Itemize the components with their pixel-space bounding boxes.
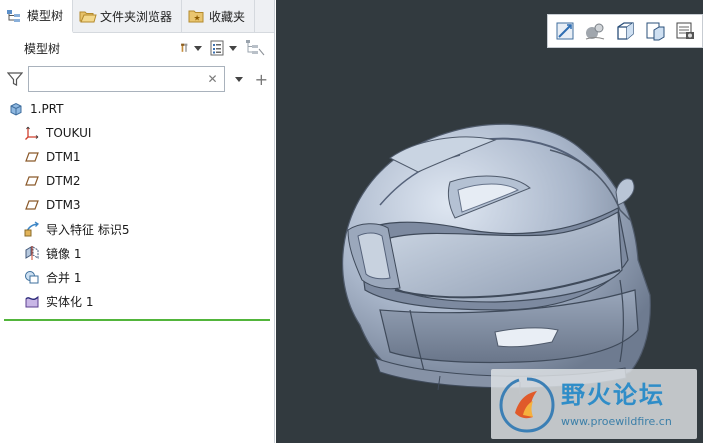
- list-icon: [210, 40, 224, 56]
- forum-logo-icon: [499, 377, 555, 433]
- forum-watermark: 野火论坛 www.proewildfire.cn: [491, 369, 697, 439]
- mirror-icon: [24, 245, 40, 261]
- display-style-button[interactable]: [582, 18, 608, 44]
- tree-node-label: DTM3: [46, 198, 81, 212]
- tree-node-label: 导入特征 标识5: [46, 222, 130, 237]
- filter-icon[interactable]: [6, 70, 24, 88]
- part-icon: [8, 101, 24, 117]
- tree-node-dtm2[interactable]: DTM2: [0, 169, 274, 193]
- tree-node-label: 实体化 1: [46, 294, 94, 309]
- display-settings-icon: [676, 22, 694, 39]
- coordinate-system-icon: [24, 125, 40, 141]
- tree-node-part[interactable]: 1.PRT: [0, 97, 274, 121]
- tree-node-label: DTM2: [46, 174, 81, 188]
- settings-tools-button[interactable]: [180, 38, 202, 58]
- tab-model-tree[interactable]: 模型树: [0, 0, 74, 33]
- tools-icon: [181, 43, 188, 52]
- helmet-model[interactable]: [320, 110, 660, 400]
- view-manager-icon: [646, 22, 665, 41]
- saved-orientations-button[interactable]: [612, 18, 638, 44]
- tree-filter-icon: [246, 40, 265, 56]
- favorites-icon: ★: [188, 9, 204, 23]
- clear-icon[interactable]: ✕: [208, 72, 218, 86]
- tree-node-merge[interactable]: 合并 1: [0, 265, 274, 289]
- chevron-down-icon: [229, 45, 237, 51]
- tree-node-label: TOUKUI: [46, 126, 92, 140]
- view-toolbar: [547, 14, 703, 48]
- tab-folder-browser[interactable]: 文件夹浏览器: [73, 0, 183, 32]
- tab-label: 收藏夹: [209, 9, 246, 24]
- tree-node-label: DTM1: [46, 150, 81, 164]
- tree-node-label: 镜像 1: [46, 246, 82, 261]
- tree-node-solidify[interactable]: 实体化 1: [0, 289, 274, 313]
- tab-favorites[interactable]: ★ 收藏夹: [182, 0, 256, 32]
- add-filter-icon[interactable]: +: [255, 70, 268, 89]
- refit-button[interactable]: [552, 18, 578, 44]
- datum-plane-icon: [24, 197, 40, 213]
- model-tree-toolbar: 模型树: [0, 33, 274, 63]
- insert-here-marker[interactable]: [4, 319, 270, 321]
- folder-browser-icon: [79, 9, 97, 23]
- filter-display-button[interactable]: [244, 38, 266, 58]
- watermark-url: www.proewildfire.cn: [561, 415, 672, 428]
- shading-icon: [585, 23, 605, 40]
- tree-node-import-feature[interactable]: 导入特征 标识5: [0, 217, 274, 241]
- tree-node-csys[interactable]: TOUKUI: [0, 121, 274, 145]
- tree-node-dtm3[interactable]: DTM3: [0, 193, 274, 217]
- show-options-button[interactable]: [208, 38, 238, 58]
- model-tree-panel: 模型树 文件夹浏览器 ★ 收藏夹 模型树 ✕ + 1.PRT TOUKUI DT…: [0, 0, 275, 443]
- view-manager-button[interactable]: [642, 18, 668, 44]
- search-row: ✕ +: [0, 63, 274, 95]
- model-tree-icon: [6, 9, 22, 23]
- datum-plane-icon: [24, 149, 40, 165]
- datum-plane-icon: [24, 173, 40, 189]
- layers-display-button[interactable]: [672, 18, 698, 44]
- panel-tabs: 模型树 文件夹浏览器 ★ 收藏夹: [0, 0, 274, 33]
- graphics-window[interactable]: 野火论坛 www.proewildfire.cn: [276, 0, 703, 443]
- search-options-chevron-icon[interactable]: [234, 76, 243, 82]
- tree-node-label: 合并 1: [46, 270, 82, 285]
- merge-icon: [24, 269, 40, 285]
- search-input[interactable]: ✕: [27, 66, 225, 92]
- refit-icon: [556, 22, 574, 40]
- model-tree: 1.PRT TOUKUI DTM1 DTM2 DTM3 导入特征 标识5 镜像 …: [0, 95, 274, 313]
- tab-label: 模型树: [27, 9, 64, 23]
- tab-label: 文件夹浏览器: [100, 9, 173, 24]
- svg-text:★: ★: [194, 14, 201, 23]
- solidify-icon: [24, 293, 40, 309]
- chevron-down-icon: [194, 45, 202, 51]
- tree-node-dtm1[interactable]: DTM1: [0, 145, 274, 169]
- panel-title: 模型树: [24, 41, 61, 56]
- tree-node-mirror[interactable]: 镜像 1: [0, 241, 274, 265]
- cube-icon: [617, 22, 634, 40]
- watermark-title: 野火论坛: [561, 381, 665, 409]
- tree-node-label: 1.PRT: [30, 102, 64, 116]
- import-feature-icon: [24, 221, 40, 237]
